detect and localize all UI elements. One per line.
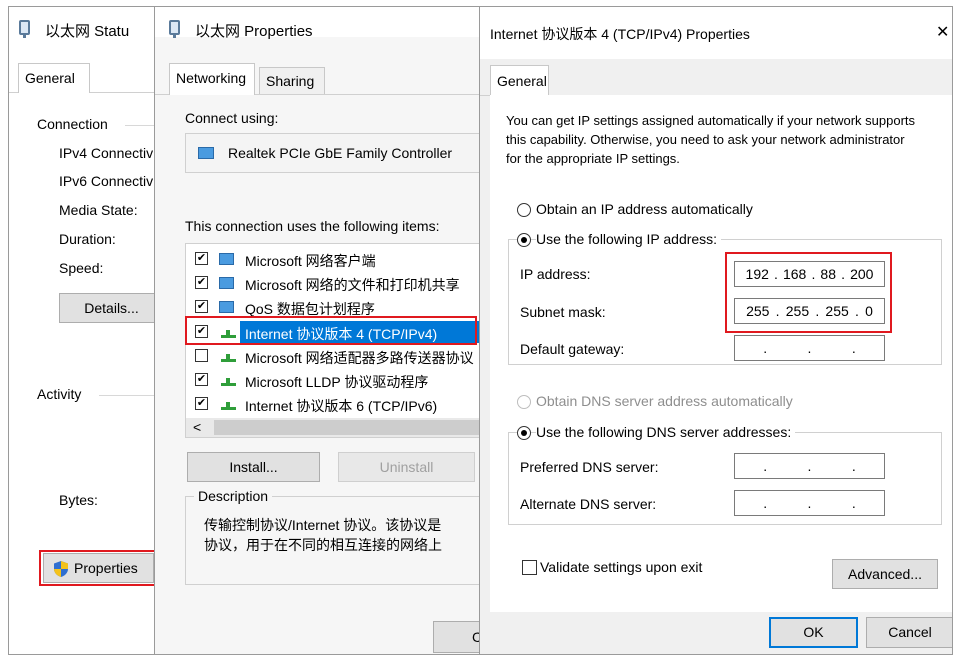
- ip-address-label: IP address:: [520, 266, 591, 282]
- item-checkbox[interactable]: ✔: [195, 373, 208, 386]
- scroll-left-arrow[interactable]: <: [193, 419, 201, 435]
- protocol-icon: [221, 354, 236, 362]
- tab-general[interactable]: General: [18, 63, 90, 93]
- details-button[interactable]: Details...: [59, 293, 164, 323]
- horizontal-scrollbar[interactable]: <: [186, 418, 484, 437]
- ipv4-title-bar: Internet 协议版本 4 (TCP/IPv4) Properties ✕: [480, 7, 952, 59]
- connect-using-label: Connect using:: [185, 110, 279, 126]
- tab-sharing[interactable]: Sharing: [259, 67, 325, 94]
- list-item[interactable]: ✔ Microsoft 网络的文件和打印机共享: [186, 272, 486, 295]
- use-following-dns-label[interactable]: Use the following DNS server addresses:: [536, 424, 796, 440]
- list-item[interactable]: ✔ Microsoft LLDP 协议驱动程序: [186, 369, 486, 392]
- item-label: Microsoft 网络适配器多路传送器协议: [245, 350, 474, 366]
- list-item[interactable]: Microsoft 网络适配器多路传送器协议: [186, 345, 486, 368]
- bytes-label: Bytes:: [59, 492, 98, 508]
- item-checkbox[interactable]: ✔: [195, 300, 208, 313]
- tab-general[interactable]: General: [490, 65, 549, 96]
- item-label: Microsoft 网络的文件和打印机共享: [245, 277, 460, 293]
- preferred-dns-label: Preferred DNS server:: [520, 459, 659, 475]
- alternate-dns-label: Alternate DNS server:: [520, 496, 657, 512]
- properties-window: 以太网 Properties Networking Sharing Connec…: [154, 6, 490, 655]
- description-text-line2: 协议，用于在不同的相互连接的网络上: [204, 537, 442, 553]
- intro-line-2: this capability. Otherwise, you need to …: [506, 132, 905, 147]
- ipv6-connectivity-label: IPv6 Connectiv: [59, 173, 154, 189]
- item-checkbox[interactable]: [195, 349, 208, 362]
- item-label: Internet 协议版本 6 (TCP/IPv6): [245, 398, 438, 414]
- network-adapter-icon: [19, 20, 30, 38]
- item-label: Microsoft LLDP 协议驱动程序: [245, 374, 429, 390]
- intro-line-1: You can get IP settings assigned automat…: [506, 113, 916, 128]
- item-label: Microsoft 网络客户端: [245, 253, 376, 269]
- list-item[interactable]: ✔ Internet 协议版本 6 (TCP/IPv6): [186, 393, 486, 416]
- status-title-bar: 以太网 Statu: [9, 7, 167, 40]
- obtain-dns-auto-label[interactable]: Obtain DNS server address automatically: [536, 393, 793, 409]
- general-panel: You can get IP settings assigned automat…: [490, 95, 952, 612]
- protocol-icon: [221, 402, 236, 410]
- preferred-dns-field[interactable]: . . .: [734, 453, 885, 479]
- scroll-thumb[interactable]: [214, 420, 484, 435]
- network-adapter-icon: [169, 20, 180, 38]
- network-client-icon: [219, 253, 234, 265]
- subnet-mask-label: Subnet mask:: [520, 304, 606, 320]
- obtain-ip-auto-radio[interactable]: [517, 203, 531, 217]
- duration-label: Duration:: [59, 231, 116, 247]
- description-text-line1: 传输控制协议/Internet 协议。该协议是: [204, 517, 442, 533]
- description-group: Description 传输控制协议/Internet 协议。该协议是 协议，用…: [185, 488, 485, 585]
- status-window-title: 以太网 Statu: [45, 23, 130, 40]
- protocol-icon: [221, 378, 236, 386]
- network-client-icon: [219, 301, 234, 313]
- description-label: Description: [194, 488, 273, 504]
- default-gateway-label: Default gateway:: [520, 341, 625, 357]
- use-following-ip-radio[interactable]: [517, 233, 531, 247]
- obtain-dns-auto-radio[interactable]: [517, 395, 531, 409]
- properties-highlight: [39, 550, 156, 586]
- tab-networking[interactable]: Networking: [169, 63, 255, 95]
- properties-title-bar: 以太网 Properties: [155, 7, 489, 40]
- install-button[interactable]: Install...: [187, 452, 320, 482]
- adapter-name: Realtek PCIe GbE Family Controller: [228, 145, 453, 161]
- item-checkbox[interactable]: ✔: [195, 276, 208, 289]
- item-checkbox[interactable]: ✔: [195, 252, 208, 265]
- alternate-dns-field[interactable]: . . .: [734, 490, 885, 516]
- ipv4-item-highlight: [185, 316, 477, 345]
- media-state-label: Media State:: [59, 202, 138, 218]
- items-label: This connection uses the following items…: [185, 218, 440, 234]
- ipv4-connectivity-label: IPv4 Connectiv: [59, 145, 154, 161]
- properties-window-title: 以太网 Properties: [195, 23, 313, 40]
- uninstall-button[interactable]: Uninstall: [338, 452, 475, 482]
- cancel-button[interactable]: Cancel: [866, 617, 952, 648]
- list-item[interactable]: ✔ Microsoft 网络客户端: [186, 248, 486, 271]
- ipv4-properties-window: Internet 协议版本 4 (TCP/IPv4) Properties ✕ …: [479, 6, 953, 655]
- use-following-ip-label[interactable]: Use the following IP address:: [536, 231, 722, 247]
- close-icon[interactable]: ✕: [936, 22, 949, 42]
- connection-label: Connection: [37, 116, 108, 132]
- validate-label[interactable]: Validate settings upon exit: [540, 559, 702, 575]
- validate-checkbox[interactable]: [522, 560, 537, 575]
- status-window: 以太网 Statu General Connection IPv4 Connec…: [8, 6, 168, 655]
- intro-line-3: for the appropriate IP settings.: [506, 151, 680, 166]
- use-following-dns-radio[interactable]: [517, 426, 531, 440]
- advanced-button[interactable]: Advanced...: [832, 559, 938, 589]
- adapter-field: Realtek PCIe GbE Family Controller: [185, 133, 485, 173]
- network-card-icon: [198, 147, 214, 159]
- network-client-icon: [219, 277, 234, 289]
- default-gateway-field[interactable]: . . .: [734, 335, 885, 361]
- ipv4-window-title: Internet 协议版本 4 (TCP/IPv4) Properties: [490, 26, 750, 42]
- ip-fields-highlight: [725, 252, 892, 333]
- speed-label: Speed:: [59, 260, 104, 276]
- activity-label: Activity: [37, 386, 82, 402]
- obtain-ip-auto-label[interactable]: Obtain an IP address automatically: [536, 201, 753, 217]
- ok-button[interactable]: OK: [769, 617, 858, 648]
- item-checkbox[interactable]: ✔: [195, 397, 208, 410]
